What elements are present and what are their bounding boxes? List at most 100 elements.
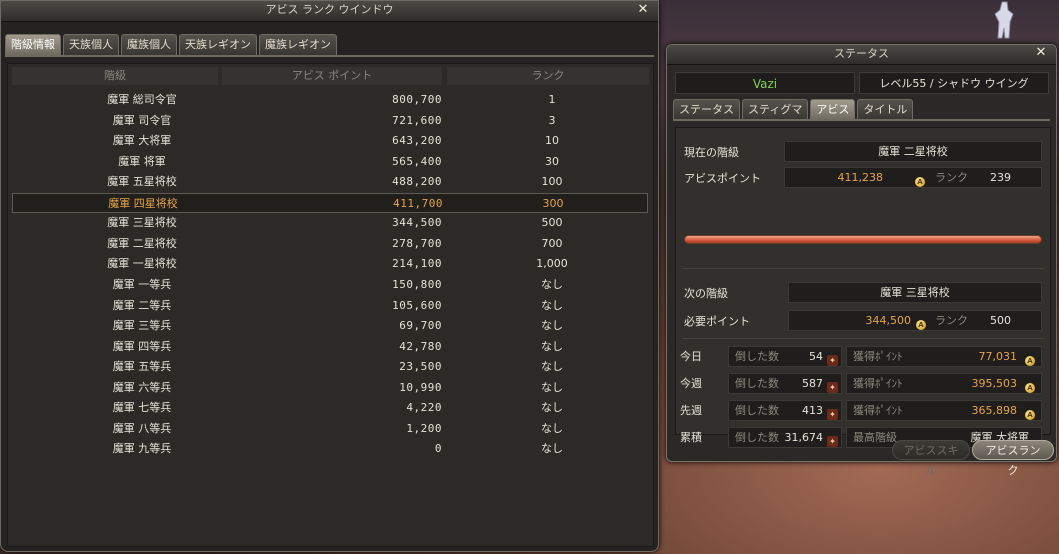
grade-cell: 魔軍 一等兵	[112, 277, 172, 291]
grade-cell: 魔軍 六等兵	[112, 380, 172, 394]
table-row[interactable]: 魔軍 二等兵 105,600 なし	[12, 296, 648, 316]
table-row[interactable]: 魔軍 総司令官 800,700 1	[12, 90, 648, 110]
rank-cell: 30	[545, 154, 559, 168]
kill-icon: ✦	[827, 377, 838, 396]
column-header-points[interactable]: アビス ポイント	[222, 67, 442, 85]
table-row[interactable]: 魔軍 一等兵 150,800 なし	[12, 275, 648, 295]
close-icon[interactable]: ✕	[636, 3, 650, 17]
table-row[interactable]: 魔軍 一星将校 214,100 1,000	[12, 254, 648, 274]
kills-box: 倒した数 587 ✦	[728, 373, 842, 394]
kills-box: 倒した数 413 ✦	[728, 400, 842, 421]
character-namebar: Vazi レベル55 / シャドウ ウイング	[675, 72, 1049, 94]
status-window-titlebar[interactable]: ステータス ✕	[667, 45, 1056, 65]
grade-cell: 魔軍 五等兵	[112, 360, 172, 374]
tab-stigma[interactable]: スティグマ	[742, 99, 809, 120]
rank-cell: なし	[541, 277, 563, 291]
gained-points-label: 獲得ﾎﾟｲﾝﾄ	[853, 377, 903, 390]
rank-cell: なし	[541, 339, 563, 353]
rank-cell: 500	[541, 216, 563, 230]
current-rank-value: 239	[990, 171, 1011, 184]
table-row[interactable]: 魔軍 将軍 565,400 30	[12, 152, 648, 172]
stats-period-label: 先週	[680, 404, 702, 417]
rank-cell: なし	[541, 380, 563, 394]
table-row[interactable]: 魔軍 七等兵 4,220 なし	[12, 398, 648, 418]
table-row[interactable]: 魔軍 四星将校 411,700 300	[12, 192, 648, 213]
coin-icon: A	[916, 315, 926, 334]
rank-cell: なし	[541, 360, 563, 374]
current-grade-label: 現在の階級	[684, 146, 739, 159]
required-rank-value: 500	[990, 314, 1011, 327]
points-cell: 69,700	[399, 319, 442, 333]
rank-window-titlebar[interactable]: アビス ランク ウインドウ ✕	[1, 1, 658, 22]
abyss-rank-button[interactable]: アビスランク	[972, 440, 1054, 477]
rank-cell: なし	[541, 442, 563, 456]
abyss-points-label: アビスポイント	[684, 172, 761, 185]
tab-grade-info[interactable]: 階級情報	[5, 34, 61, 55]
table-row[interactable]: 魔軍 九等兵 0 なし	[12, 439, 648, 459]
abyss-points-box: 411,238 A ランク 239	[784, 167, 1042, 188]
rank-cell: なし	[541, 319, 563, 333]
gained-points-box: 獲得ﾎﾟｲﾝﾄ 77,031 A	[846, 346, 1042, 367]
table-row[interactable]: 魔軍 三星将校 344,500 500	[12, 213, 648, 233]
points-cell: 721,600	[392, 113, 442, 127]
stats-period-label: 累積	[680, 431, 702, 444]
table-row[interactable]: 魔軍 三等兵 69,700 なし	[12, 316, 648, 336]
tab-asmodian-individual[interactable]: 魔族個人	[121, 34, 177, 55]
grade-cell: 魔軍 大将軍	[112, 134, 172, 148]
table-row[interactable]: 魔軍 六等兵 10,990 なし	[12, 378, 648, 398]
rank-cell: 3	[548, 113, 556, 127]
rank-window-tabs: 階級情報 天族個人 魔族個人 天族レギオン 魔族レギオン	[5, 34, 337, 55]
rank-cell: なし	[541, 401, 563, 415]
kill-icon: ✦	[827, 404, 838, 423]
kills-value: 31,674	[784, 431, 824, 444]
abyss-panel: 現在の階級 魔軍 二星将校 アビスポイント 411,238 A ランク 239 …	[675, 127, 1051, 448]
next-grade-value: 魔軍 三星将校	[788, 282, 1042, 303]
tab-title[interactable]: タイトル	[857, 99, 914, 120]
points-cell: 278,700	[392, 236, 442, 250]
close-icon[interactable]: ✕	[1034, 46, 1048, 60]
required-points-box: 344,500 A ランク 500	[788, 310, 1042, 331]
stats-period-label: 今週	[680, 377, 702, 390]
table-row[interactable]: 魔軍 五星将校 488,200 100	[12, 172, 648, 192]
kills-label: 倒した数	[735, 431, 779, 444]
table-row[interactable]: 魔軍 大将軍 643,200 10	[12, 131, 648, 151]
table-row[interactable]: 魔軍 八等兵 1,200 なし	[12, 419, 648, 439]
tab-asmodian-legion[interactable]: 魔族レギオン	[259, 34, 337, 55]
kill-icon: ✦	[827, 431, 838, 450]
rank-cell: 1,000	[536, 257, 568, 271]
rank-window-title: アビス ランク ウインドウ	[265, 3, 394, 16]
character-name: Vazi	[675, 72, 855, 94]
rank-cell: 300	[542, 196, 564, 210]
stats-period-label: 今日	[680, 350, 702, 363]
abyss-progress-bar	[684, 235, 1042, 244]
rank-label: ランク	[935, 314, 968, 327]
points-cell: 4,220	[406, 401, 442, 415]
kills-value: 54	[809, 350, 823, 363]
tab-abyss[interactable]: アビス	[810, 99, 856, 120]
level-class: レベル55 / シャドウ ウイング	[859, 72, 1049, 94]
tab-divider	[5, 55, 654, 57]
section-divider	[682, 268, 1044, 269]
abyss-rank-window: アビス ランク ウインドウ ✕ 階級情報 天族個人 魔族個人 天族レギオン 魔族…	[0, 0, 659, 552]
tab-status[interactable]: ステータス	[673, 99, 740, 120]
status-window-title: ステータス	[834, 47, 889, 60]
status-tabs: ステータス スティグマ アビス タイトル	[673, 99, 914, 120]
table-row[interactable]: 魔軍 四等兵 42,780 なし	[12, 337, 648, 357]
column-header-rank[interactable]: ランク	[447, 67, 649, 85]
kills-value: 413	[802, 404, 823, 417]
tab-elyos-legion[interactable]: 天族レギオン	[179, 34, 257, 55]
table-row[interactable]: 魔軍 二星将校 278,700 700	[12, 234, 648, 254]
tab-elyos-individual[interactable]: 天族個人	[63, 34, 119, 55]
points-cell: 643,200	[392, 134, 442, 148]
abyss-points-value: 411,238	[837, 171, 884, 184]
table-row[interactable]: 魔軍 司令官 721,600 3	[12, 111, 648, 131]
required-points-label: 必要ポイント	[684, 315, 750, 328]
rank-cell: 10	[545, 134, 559, 148]
column-header-grade[interactable]: 階級	[12, 67, 218, 85]
table-row[interactable]: 魔軍 五等兵 23,500 なし	[12, 357, 648, 377]
character-figure-icon	[994, 1, 1014, 39]
grade-cell: 魔軍 四等兵	[112, 339, 172, 353]
abyss-skill-button[interactable]: アビススキル	[892, 440, 970, 477]
points-cell: 150,800	[392, 277, 442, 291]
grade-cell: 魔軍 司令官	[112, 113, 172, 127]
